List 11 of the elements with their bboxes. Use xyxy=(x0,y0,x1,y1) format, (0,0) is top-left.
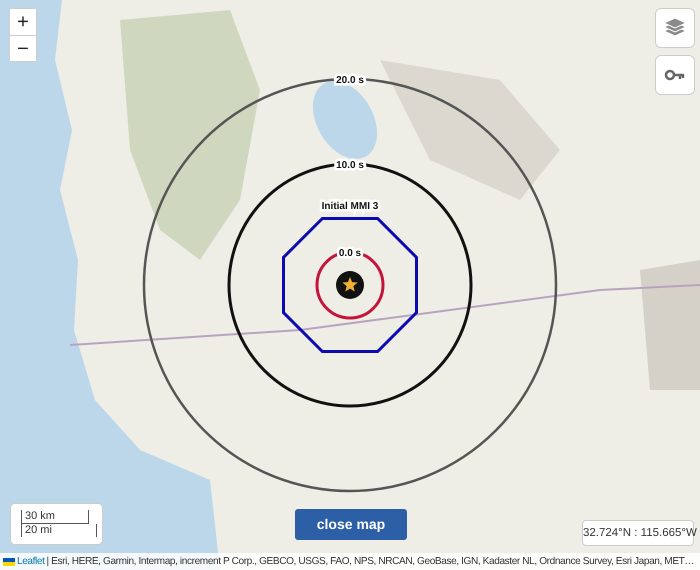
leaflet-link[interactable]: Leaflet xyxy=(17,554,45,570)
flag-icon xyxy=(3,558,15,566)
key-button[interactable] xyxy=(655,55,695,95)
epicenter-icon xyxy=(336,271,364,299)
attribution-text: | Esri, HERE, Garmin, Intermap, increment P Corp., GEBCO, USGS, FAO, NPS, NRCAN, GeoBase, IGN, Kadaster NL, Ordnance Survey, Esri Japan, MET… xyxy=(46,554,694,569)
scale-label: 30 km xyxy=(21,510,89,524)
scale-label: 20 mi xyxy=(21,524,97,537)
ring-label: Initial MMI 3 xyxy=(322,201,378,212)
zoom-out-button[interactable]: − xyxy=(10,35,36,61)
close-map-button[interactable]: close map xyxy=(295,509,407,540)
layers-button[interactable] xyxy=(655,8,695,48)
